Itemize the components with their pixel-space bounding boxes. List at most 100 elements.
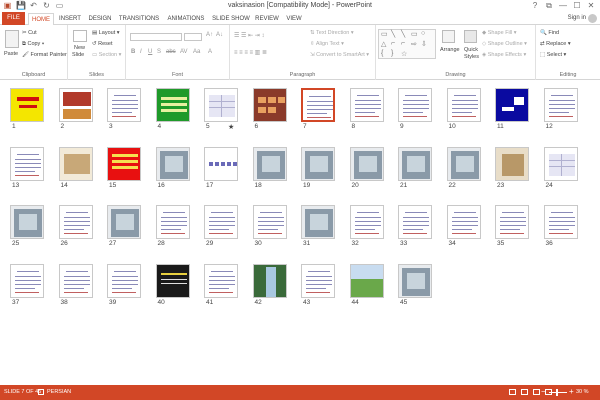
- oval-shape-icon[interactable]: ○: [421, 30, 425, 37]
- slide-thumbnail-41[interactable]: 41: [204, 263, 238, 310]
- slide-preview[interactable]: [10, 263, 44, 298]
- slide-preview[interactable]: [446, 146, 481, 181]
- slide-preview[interactable]: [301, 205, 335, 239]
- zoom-percentage[interactable]: 30 %: [576, 389, 589, 395]
- spellcheck-icon[interactable]: [38, 389, 44, 395]
- reading-view-icon[interactable]: [533, 389, 540, 395]
- textbox-shape-icon[interactable]: ▭: [381, 30, 388, 38]
- slide-preview[interactable]: [155, 205, 190, 239]
- tab-design[interactable]: DESIGN: [86, 13, 114, 25]
- tab-transitions[interactable]: TRANSITIONS: [116, 13, 162, 25]
- slide-preview[interactable]: [398, 88, 432, 122]
- minimize-button[interactable]: —: [556, 0, 570, 11]
- paste-icon[interactable]: [5, 30, 19, 48]
- slide-preview[interactable]: [107, 146, 141, 181]
- brace-right-shape-icon[interactable]: }: [391, 50, 393, 57]
- shrink-font-icon[interactable]: A↓: [216, 32, 223, 38]
- quick-styles-icon[interactable]: [464, 30, 477, 43]
- slide-thumbnail-31[interactable]: 31: [301, 205, 335, 251]
- slide-preview[interactable]: [10, 146, 44, 181]
- new-slide-label-1[interactable]: New: [74, 45, 85, 51]
- slide-preview[interactable]: [252, 88, 287, 122]
- shapes-gallery[interactable]: ▭ ╲ ╲ ▭ ○ △ ⌐ ⌐ ⇨ ⇩ { } ☆: [378, 29, 436, 59]
- sign-in-link[interactable]: Sign in: [568, 15, 586, 21]
- tab-slide-show[interactable]: SLIDE SHOW: [210, 13, 252, 25]
- slide-preview[interactable]: [543, 146, 578, 181]
- slide-preview[interactable]: [446, 88, 481, 122]
- slide-preview[interactable]: [543, 88, 578, 122]
- slide-thumbnail-30[interactable]: 30: [252, 205, 287, 251]
- slide-thumbnail-27[interactable]: 27: [107, 205, 141, 251]
- tab-animations[interactable]: ANIMATIONS: [164, 13, 208, 25]
- slide-thumbnail-35[interactable]: 35: [495, 205, 529, 251]
- slide-preview[interactable]: [155, 88, 190, 122]
- shape-fill-button[interactable]: ◆ Shape Fill ▾: [482, 30, 517, 36]
- rectangle-shape-icon[interactable]: ▭: [411, 30, 418, 38]
- elbow-connector-icon[interactable]: ⌐: [391, 40, 395, 47]
- slide-preview[interactable]: [204, 146, 238, 181]
- slide-thumbnail-34[interactable]: 34: [446, 205, 481, 251]
- reset-button[interactable]: ↺ Reset: [92, 41, 113, 47]
- slide-thumbnail-43[interactable]: 43: [301, 263, 335, 310]
- slide-thumbnail-24[interactable]: 24: [543, 146, 578, 193]
- slide-preview[interactable]: [495, 205, 529, 239]
- slide-thumbnail-10[interactable]: 10: [446, 88, 481, 134]
- close-button[interactable]: ✕: [584, 0, 598, 11]
- zoom-out-button[interactable]: −: [541, 387, 546, 396]
- slide-preview[interactable]: [155, 146, 190, 181]
- slide-thumbnail-15[interactable]: 15: [107, 146, 141, 193]
- slide-preview[interactable]: [155, 263, 190, 298]
- user-avatar-icon[interactable]: [588, 14, 597, 23]
- slide-preview[interactable]: [543, 205, 578, 239]
- slide-thumbnail-25[interactable]: 25: [10, 205, 44, 251]
- shape-outline-button[interactable]: ◇ Shape Outline ▾: [482, 41, 527, 47]
- font-size-combo[interactable]: [184, 33, 202, 41]
- slide-preview[interactable]: [349, 205, 384, 239]
- arrange-label[interactable]: Arrange: [440, 47, 460, 53]
- slide-thumbnail-5[interactable]: 5 ★: [204, 88, 238, 134]
- help-button[interactable]: ?: [528, 0, 542, 11]
- section-button[interactable]: ▭ Section ▾: [92, 52, 121, 58]
- shadow-button[interactable]: S: [157, 49, 161, 55]
- slide-thumbnail-28[interactable]: 28: [155, 205, 190, 251]
- zoom-slider-track[interactable]: [549, 392, 567, 393]
- shape-effects-button[interactable]: ◈ Shape Effects ▾: [482, 52, 526, 58]
- slide-thumbnail-36[interactable]: 36: [543, 205, 578, 251]
- new-slide-label-2[interactable]: Slide: [72, 52, 84, 58]
- format-painter-button[interactable]: 🖌 Format Painter: [22, 52, 67, 58]
- tab-file[interactable]: FILE: [2, 12, 25, 25]
- slide-thumbnail-22[interactable]: 22: [446, 146, 481, 193]
- slide-preview[interactable]: [10, 88, 44, 122]
- slide-thumbnail-12[interactable]: 12: [543, 88, 578, 134]
- convert-smartart-button[interactable]: ⇲ Convert to SmartArt ▾: [310, 52, 369, 58]
- find-button[interactable]: 🔍 Find: [540, 30, 559, 36]
- slide-preview[interactable]: [107, 263, 141, 298]
- font-color-button[interactable]: A: [208, 49, 212, 55]
- slide-preview[interactable]: [58, 146, 93, 181]
- new-slide-icon[interactable]: [73, 30, 87, 42]
- transition-star-icon[interactable]: ★: [228, 123, 234, 131]
- font-name-combo[interactable]: [130, 33, 182, 41]
- slide-thumbnail-26[interactable]: 26: [58, 205, 93, 251]
- slide-preview[interactable]: [301, 146, 335, 181]
- slide-preview[interactable]: [252, 263, 287, 298]
- slide-preview[interactable]: [107, 88, 141, 122]
- char-spacing-button[interactable]: AV: [180, 49, 188, 55]
- slide-preview[interactable]: [349, 146, 384, 181]
- change-case-button[interactable]: Aa: [193, 49, 200, 55]
- language-indicator[interactable]: PERSIAN: [47, 389, 71, 395]
- underline-button[interactable]: U: [148, 49, 152, 55]
- tab-view[interactable]: VIEW: [283, 13, 305, 25]
- slide-thumbnail-4[interactable]: 4: [155, 88, 190, 134]
- copy-button[interactable]: ⧉ Copy ▾: [22, 41, 44, 48]
- slide-thumbnail-21[interactable]: 21: [398, 146, 432, 193]
- zoom-slider-handle[interactable]: [556, 389, 558, 396]
- strikethrough-button[interactable]: abc: [166, 49, 176, 55]
- slide-thumbnail-7[interactable]: 7: [301, 88, 335, 134]
- slide-preview[interactable]: [252, 146, 287, 181]
- slide-preview[interactable]: [349, 88, 384, 122]
- slide-thumbnail-42[interactable]: 42: [252, 263, 287, 310]
- tab-insert[interactable]: INSERT: [56, 13, 84, 25]
- quick-styles-label-2[interactable]: Styles: [464, 54, 479, 60]
- bullets-icon[interactable]: ☰ ☰ ⇤ ⇥ ↕: [234, 32, 264, 39]
